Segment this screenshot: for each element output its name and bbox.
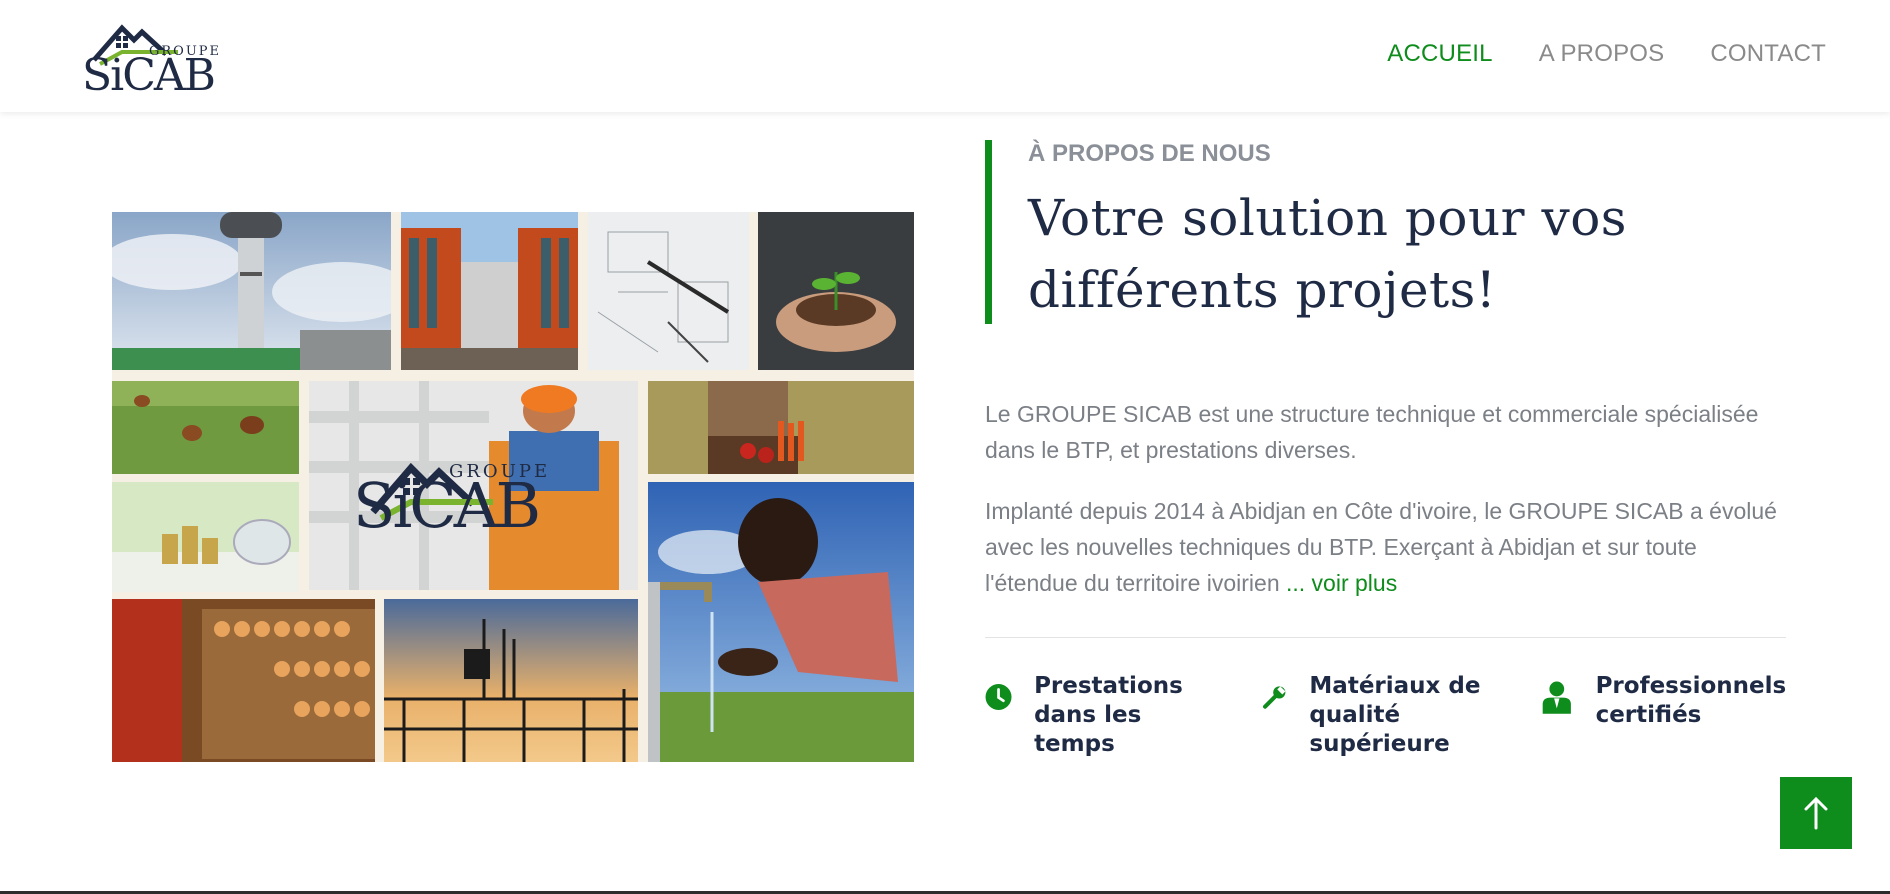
vegetables-photo [648, 381, 914, 474]
feature-quality-materials: Matériaux de qualité supérieure [1262, 672, 1522, 759]
eggs-photo [112, 599, 375, 762]
clock-icon [985, 684, 1012, 710]
feature-on-time-label: Prestations dans les temps [1034, 673, 1183, 757]
about-eyebrow: À PROPOS DE NOUS [1028, 140, 1271, 167]
water-tap-photo [648, 482, 914, 762]
about-heading: Votre solution pour vos différents proje… [1028, 182, 1668, 326]
construction-photo [384, 599, 638, 762]
logo-name-text: SiCAB [82, 50, 216, 101]
section-divider [985, 637, 1786, 638]
feature-certified-professionals-label: Professionnels certifiés [1595, 673, 1787, 728]
overlay-logo: GROUPE SiCAB [353, 421, 553, 551]
wrench-icon [1263, 686, 1286, 709]
overlay-name-text: SiCAB [353, 469, 541, 542]
worker-logo-photo: GROUPE SiCAB [309, 381, 638, 590]
nav-home-link[interactable]: ACCUEIL [1387, 40, 1492, 68]
heading-accent-bar [985, 140, 992, 324]
nav-about-link[interactable]: A PROPOS [1539, 40, 1665, 68]
voir-plus-link[interactable]: ... voir plus [1286, 570, 1397, 596]
main-nav: ACCUEIL A PROPOS CONTACT [1387, 40, 1826, 68]
photo-collage: GROUPE SiCAB [112, 212, 914, 762]
heading-line-1: Votre solution pour vos [1028, 189, 1627, 247]
about-paragraph-2: Implanté depuis 2014 à Abidjan en Côte d… [985, 493, 1785, 601]
feature-certified-professionals: Professionnels certifiés [1540, 672, 1800, 730]
water-tower-photo [112, 212, 391, 370]
professional-icon [1542, 681, 1571, 714]
site-header: GROUPE SiCAB ACCUEIL A PROPOS CONTACT [0, 0, 1890, 112]
arrow-up-icon [1804, 796, 1828, 830]
coins-photo [112, 482, 299, 592]
nav-contact-link[interactable]: CONTACT [1710, 40, 1826, 68]
building-photo [401, 212, 578, 370]
blueprint-photo [588, 212, 749, 370]
about-paragraph-1: Le GROUPE SICAB est une structure techni… [985, 401, 1759, 463]
plant-hands-photo [758, 212, 914, 370]
chickens-photo [112, 381, 299, 474]
back-to-top-button[interactable] [1780, 777, 1852, 849]
feature-on-time: Prestations dans les temps [985, 672, 1225, 759]
heading-line-2: différents projets! [1028, 261, 1497, 319]
feature-quality-materials-label: Matériaux de qualité supérieure [1309, 673, 1481, 757]
sicab-logo[interactable]: GROUPE SiCAB [82, 14, 219, 101]
